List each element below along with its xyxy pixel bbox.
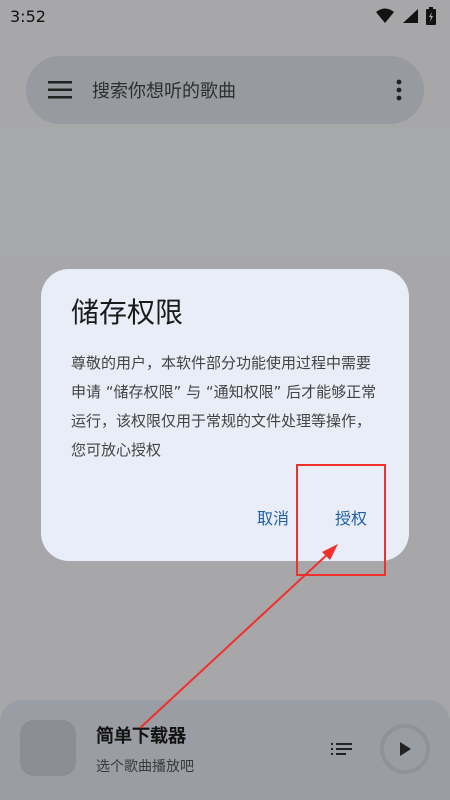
dialog-title: 储存权限 <box>71 296 184 329</box>
annotation-highlight-box <box>296 464 386 576</box>
cancel-button[interactable]: 取消 <box>245 497 301 537</box>
dialog-body: 尊敬的用户，本软件部分功能使用过程中需要申请 “储存权限” 与 “通知权限” 后… <box>71 354 377 459</box>
